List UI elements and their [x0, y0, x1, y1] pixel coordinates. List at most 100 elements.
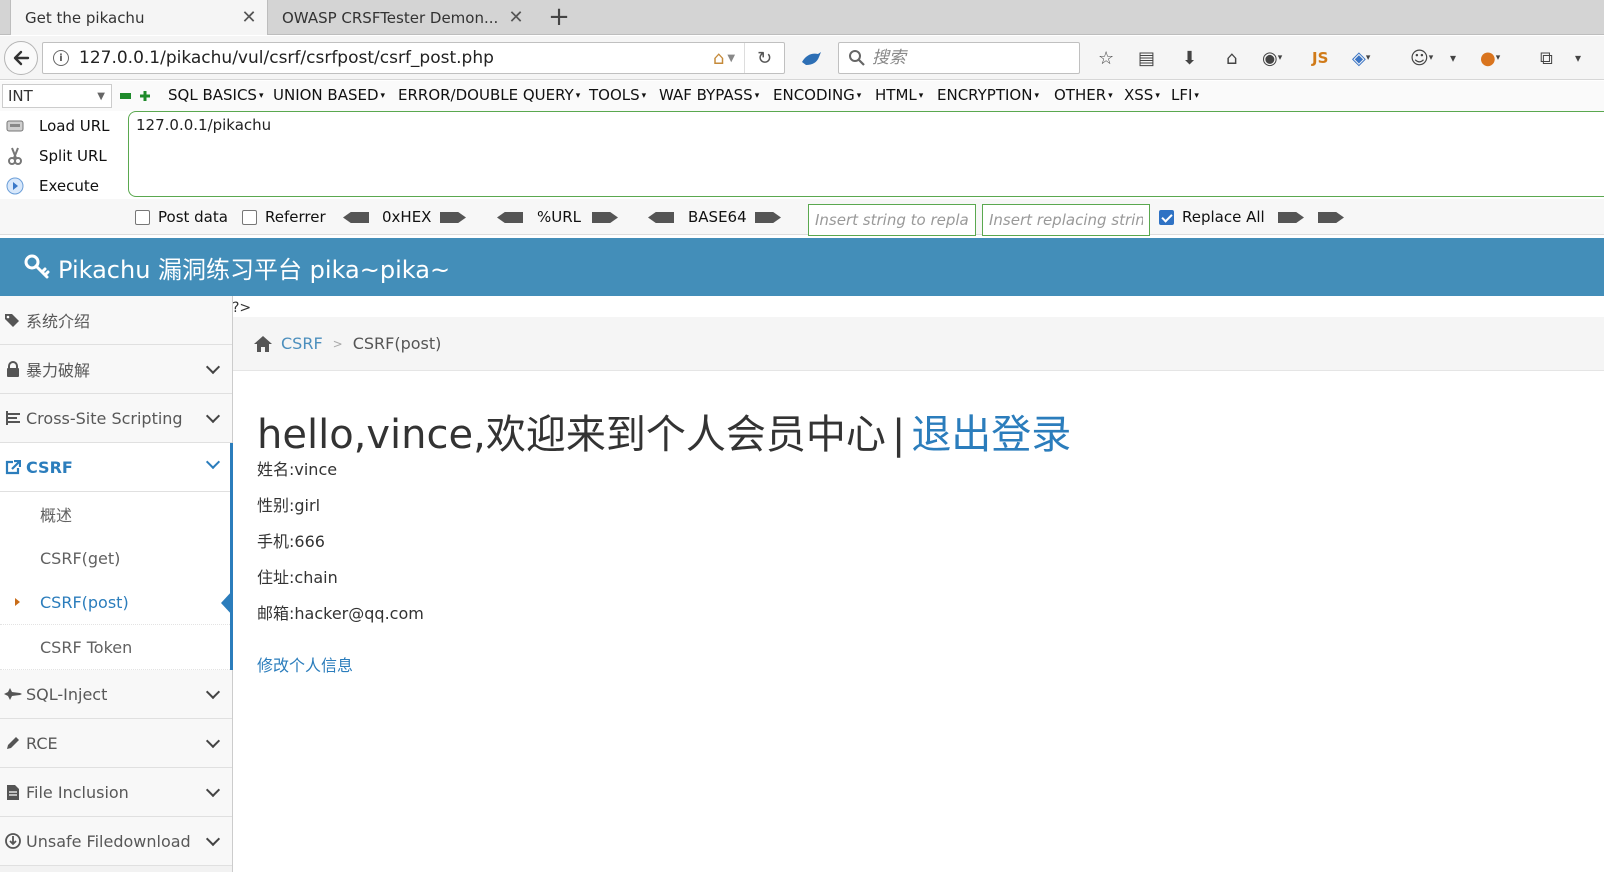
palette-icon[interactable]: ☺ ▾ — [1410, 46, 1433, 70]
site-header: Pikachu 漏洞练习平台 pika~pika~ — [0, 238, 1604, 296]
sidebar-item-sql-inject[interactable]: SQL-Inject — [0, 670, 232, 719]
file-icon — [4, 783, 22, 801]
back-button[interactable] — [4, 41, 38, 75]
sidebar-subitem-csrf-get[interactable]: CSRF(get) — [0, 536, 232, 581]
welcome-separator: | — [891, 412, 906, 458]
chevron-down-icon — [205, 831, 221, 847]
reload-icon[interactable]: ↻ — [744, 43, 784, 73]
info-name: 姓名:vince — [257, 460, 338, 479]
navigation-bar: i 127.0.0.1/pikachu/vul/csrf/csrfpost/cs… — [0, 36, 1604, 80]
hackbar-toggle-icons[interactable] — [120, 91, 150, 101]
hackbar-menu-lfi[interactable]: LFI — [1171, 86, 1199, 104]
sidebar-item-rce[interactable]: RCE — [0, 719, 232, 768]
sidebar-item-system-intro[interactable]: 系统介绍 — [0, 296, 232, 345]
sidebar-item-file-inclusion[interactable]: File Inclusion — [0, 768, 232, 817]
load-url-icon — [5, 116, 25, 136]
url-text[interactable]: 127.0.0.1/pikachu/vul/csrf/csrfpost/csrf… — [79, 48, 704, 68]
sidebar-item-unsafe-filedownload[interactable]: Unsafe Filedownload — [0, 817, 232, 866]
replacing-string-input[interactable] — [982, 204, 1150, 236]
info-phone: 手机:666 — [257, 532, 325, 551]
chevron-down-icon — [205, 782, 221, 798]
hackbar-menu-xss[interactable]: XSS — [1124, 86, 1160, 104]
info-icon[interactable]: i — [53, 50, 69, 66]
hackbar-menu-waf-bypass[interactable]: WAF BYPASS — [659, 86, 759, 104]
sidebar-item-label: CSRF — [26, 457, 73, 477]
checkbox-box[interactable] — [135, 209, 150, 225]
sidebar-item-label: 系统介绍 — [26, 312, 91, 331]
tab-title: Get the pikachu — [25, 8, 145, 27]
hackbar-menu-other[interactable]: OTHER — [1054, 86, 1113, 104]
reading-list-icon[interactable]: ▤ — [1138, 46, 1155, 70]
hex-label: 0xHEX — [382, 208, 432, 226]
active-section-bar — [230, 443, 233, 670]
edit-profile-link[interactable]: 修改个人信息 — [257, 652, 353, 676]
replace-all-label: Replace All — [1182, 208, 1265, 226]
hackbar-menu-sql-basics[interactable]: SQL BASICS — [168, 86, 263, 104]
search-bar[interactable] — [838, 42, 1080, 74]
referrer-checkbox[interactable]: Referrer — [242, 208, 326, 226]
key-icon — [24, 254, 50, 279]
download-circle-icon — [4, 832, 22, 850]
referrer-label: Referrer — [265, 208, 326, 226]
sidebar-item-csrf[interactable]: CSRF — [0, 443, 232, 492]
sidebar-item-xss[interactable]: Cross-Site Scripting — [0, 394, 232, 443]
hackbar-menu-error-double-query[interactable]: ERROR/DOUBLE QUERY — [398, 86, 580, 104]
sidebar-item-label: RCE — [26, 733, 58, 753]
network-extension-icon[interactable]: ◈ ▾ — [1352, 46, 1370, 70]
hackbar-menu-tools[interactable]: TOOLS — [589, 86, 646, 104]
sidebar-item-brute-force[interactable]: 暴力破解 — [0, 345, 232, 394]
fighter-jet-icon — [4, 685, 22, 703]
breadcrumb-link-csrf[interactable]: CSRF — [281, 334, 323, 353]
hackbar-options-bar — [0, 199, 1604, 235]
hackbar-menu-html[interactable]: HTML — [875, 86, 923, 104]
home-icon[interactable] — [253, 335, 273, 353]
close-icon[interactable]: ✕ — [508, 7, 524, 28]
hackbar-url-textarea[interactable] — [128, 111, 1604, 197]
sidebar-subitem-overview[interactable]: 概述 — [0, 492, 232, 537]
tab-get-the-pikachu[interactable]: Get the pikachu ✕ — [10, 0, 268, 35]
back-arrow-icon — [13, 50, 30, 66]
home-dropdown-icon[interactable]: ⌂ ▼ — [704, 48, 744, 69]
share-square-icon — [4, 458, 22, 476]
sidebar-subitem-csrf-token[interactable]: CSRF Token — [0, 625, 232, 670]
js-extension-icon[interactable]: JS — [1312, 46, 1328, 70]
close-icon[interactable]: ✕ — [241, 7, 257, 28]
download-icon[interactable]: ⬇ — [1182, 46, 1197, 70]
welcome-text: hello,vince,欢迎来到个人会员中心 — [257, 412, 886, 458]
hackbar-type-select[interactable]: INT ▼ — [2, 84, 112, 108]
globe-extension-icon[interactable]: ◉ ▾ — [1262, 46, 1282, 70]
post-data-checkbox[interactable]: Post data — [135, 208, 228, 226]
split-url-button[interactable]: Split URL — [5, 143, 107, 169]
checkbox-box[interactable] — [242, 209, 257, 225]
info-address: 住址:chain — [257, 568, 338, 587]
url-bar[interactable]: i 127.0.0.1/pikachu/vul/csrf/csrfpost/cs… — [42, 42, 785, 74]
hackbar-menu-encoding[interactable]: ENCODING — [773, 86, 861, 104]
replace-all-checkbox[interactable]: Replace All — [1159, 208, 1265, 226]
bird-extension-icon[interactable] — [800, 50, 822, 68]
info-gender: 性别:girl — [257, 496, 321, 515]
menu-dropdown-icon[interactable]: ▾ — [1450, 46, 1456, 70]
hackbar-menu-encryption[interactable]: ENCRYPTION — [937, 86, 1039, 104]
hackbar-menu-union-based[interactable]: UNION BASED — [273, 86, 385, 104]
new-tab-plus-icon[interactable]: + — [545, 2, 573, 32]
home-icon[interactable]: ⌂ — [1226, 46, 1237, 70]
search-input[interactable] — [872, 48, 1062, 68]
execute-button[interactable]: Execute — [5, 173, 99, 199]
search-icon — [849, 50, 865, 66]
user-extension-icon[interactable]: ● ▾ — [1480, 46, 1500, 70]
replace-string-input[interactable] — [808, 204, 976, 236]
load-url-button[interactable]: Load URL — [5, 113, 110, 139]
sidebar-toggle-icon[interactable]: ⧉ — [1540, 46, 1553, 70]
logout-link[interactable]: 退出登录 — [911, 412, 1071, 458]
chevron-down-icon — [205, 359, 221, 375]
sidebar-subitem-csrf-post[interactable]: CSRF(post) — [0, 580, 233, 625]
post-data-label: Post data — [158, 208, 228, 226]
chevron-up-icon — [205, 454, 221, 470]
breadcrumb-current: CSRF(post) — [352, 334, 442, 353]
overflow-menu-icon[interactable]: ▾ — [1575, 46, 1581, 70]
sidebar: 系统介绍 暴力破解 Cross-Site Scripting CSRF 概述 C… — [0, 296, 233, 872]
tab-owasp-csrftester[interactable]: OWASP CRSFTester Demon... ✕ — [268, 0, 534, 35]
bookmark-star-icon[interactable]: ☆ — [1098, 46, 1114, 70]
base64-label: BASE64 — [688, 208, 747, 226]
checkbox-box-checked[interactable] — [1159, 209, 1174, 225]
